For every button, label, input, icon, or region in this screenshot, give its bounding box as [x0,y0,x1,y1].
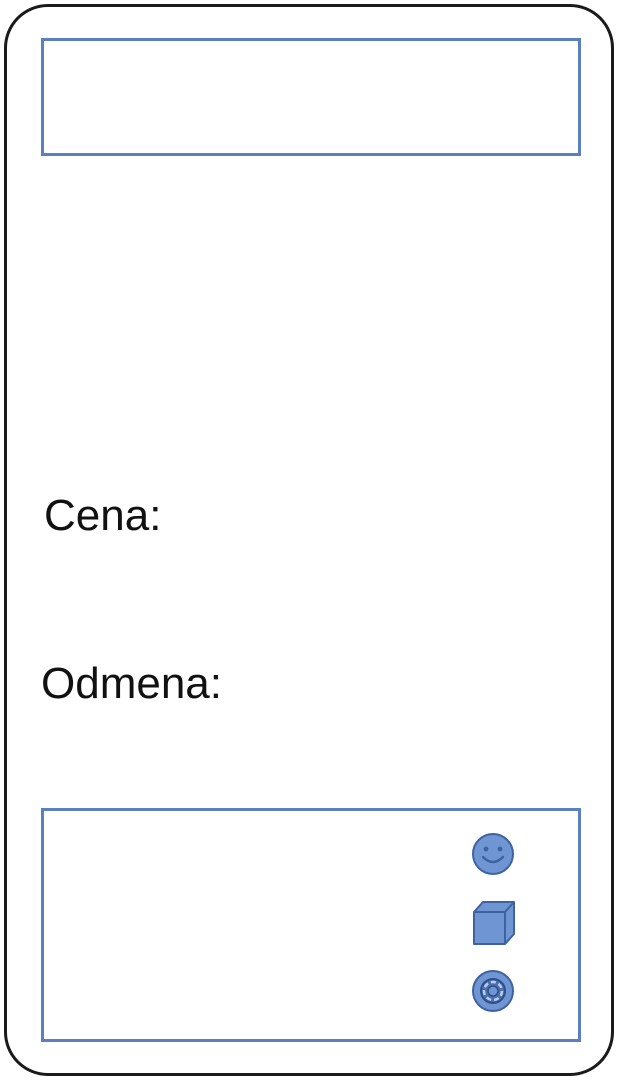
price-label: Cena: [44,491,162,540]
top-field[interactable] [41,38,581,156]
ring-icon[interactable] [469,967,517,1015]
smiley-icon[interactable] [469,830,517,878]
cube-icon[interactable] [469,898,517,946]
reward-label: Odmena: [41,659,222,708]
